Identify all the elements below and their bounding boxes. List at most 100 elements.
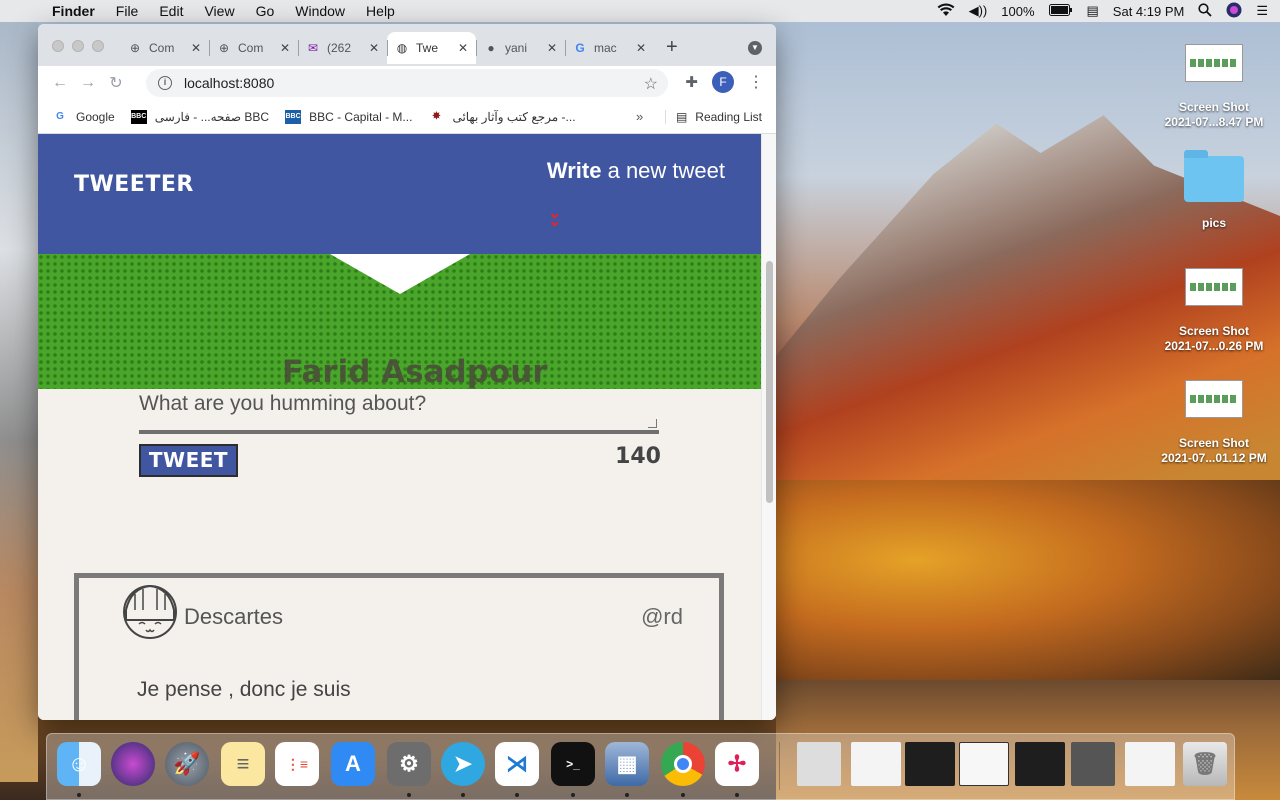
menu-view[interactable]: View [204, 3, 234, 19]
telegram-icon[interactable]: ➤ [441, 742, 485, 786]
reload-icon[interactable]: ↻ [102, 73, 130, 93]
write-tweet-toggle[interactable]: Write a new tweet [547, 158, 725, 184]
tab-3[interactable]: ✉ (262 ✕ [298, 32, 387, 64]
back-arrow-icon[interactable]: ← [46, 74, 74, 92]
extensions-puzzle-icon[interactable]: ✚ [685, 73, 698, 91]
tab-search-icon[interactable]: ▼ [748, 41, 762, 55]
page-scrollbar[interactable] [761, 134, 776, 720]
reading-list-button[interactable]: ▤ Reading List [664, 110, 762, 124]
menu-app-name[interactable]: Finder [52, 3, 95, 19]
tab-6[interactable]: G mac ✕ [565, 32, 654, 64]
window-controls [52, 40, 104, 52]
profile-name: Farid Asadpour [282, 354, 548, 390]
menu-window[interactable]: Window [295, 3, 345, 19]
tab-4-active[interactable]: ◍ Twe ✕ [387, 32, 476, 64]
tab-title: Com [238, 41, 264, 55]
minimized-window-photo[interactable] [797, 742, 841, 786]
url-text[interactable]: localhost:8080 [184, 75, 274, 91]
running-indicator [77, 793, 81, 797]
desktop-icon-screenshot-3[interactable]: Screen Shot 2021-07...01.12 PM [1159, 380, 1269, 466]
running-indicator [407, 793, 411, 797]
preview-icon[interactable]: ▦ [605, 742, 649, 786]
bookmark-google[interactable]: G Google [52, 110, 115, 124]
tab-close-icon[interactable]: ✕ [547, 41, 557, 55]
minimized-window-vscode-1[interactable] [905, 742, 955, 786]
github-icon: ● [487, 41, 495, 55]
minimize-window-button[interactable] [72, 40, 84, 52]
running-indicator [515, 793, 519, 797]
desktop-icon-sublabel: 2021-07...8.47 PM [1164, 115, 1264, 129]
minimized-window-finder[interactable] [1125, 742, 1175, 786]
bookmarks-overflow-icon[interactable]: » [636, 109, 643, 124]
menu-file[interactable]: File [116, 3, 139, 19]
desktop-icon-label: Screen Shot [1178, 436, 1250, 450]
minimized-window-document[interactable] [959, 742, 1009, 786]
address-bar[interactable]: i localhost:8080 ☆ [146, 69, 668, 97]
menu-go[interactable]: Go [256, 3, 275, 19]
reminders-icon[interactable]: ⋮≡ [275, 742, 319, 786]
tab-close-icon[interactable]: ✕ [369, 41, 379, 55]
wifi-icon[interactable] [937, 2, 955, 20]
bbc-capital-icon: BBC [285, 109, 302, 124]
app-store-icon[interactable]: A [331, 742, 375, 786]
battery-percent: 100% [1001, 3, 1035, 19]
site-info-icon[interactable]: i [158, 76, 172, 90]
bookmark-bbc-capital[interactable]: BBC BBC - Capital - M... [285, 109, 412, 124]
mail-icon: ✉ [307, 41, 319, 55]
tab-1[interactable]: ⊕ Com ✕ [120, 32, 209, 64]
running-indicator [461, 793, 465, 797]
tab-list: ⊕ Com ✕ ⊕ Com ✕ ✉ (262 ✕ ◍ Twe ✕ ● yani [120, 32, 654, 66]
notes-icon[interactable]: ≡ [221, 742, 265, 786]
bookmark-bbc-persian[interactable]: BBC صفحه... - فارسی BBC [130, 109, 269, 124]
tab-close-icon[interactable]: ✕ [280, 41, 290, 55]
minimized-window-spreadsheet[interactable] [851, 742, 901, 786]
tab-5[interactable]: ● yani ✕ [476, 32, 565, 64]
tweet-article: Descartes @rd Je pense , donc je suis [74, 573, 724, 720]
profile-avatar[interactable]: F [712, 71, 734, 93]
bookmark-bahai-library[interactable]: ✸ مرجع کتب وآثار بهائی -... [428, 110, 575, 124]
launchpad-icon[interactable]: 🚀 [165, 742, 209, 786]
minimized-window-vscode-2[interactable] [1015, 742, 1065, 786]
zoom-window-button[interactable] [92, 40, 104, 52]
tab-close-icon[interactable]: ✕ [191, 41, 201, 55]
notification-center-icon[interactable]: ☰ [1256, 3, 1268, 19]
trash-icon[interactable]: 🗑 [1183, 742, 1227, 786]
volume-icon[interactable]: ◀)) [969, 3, 988, 19]
reading-list-label: Reading List [695, 110, 762, 124]
forward-arrow-icon[interactable]: → [74, 74, 102, 92]
siri-menubar-icon[interactable] [1226, 2, 1242, 21]
scrollbar-thumb[interactable] [766, 261, 773, 503]
new-tab-button[interactable]: + [666, 36, 678, 59]
desktop-icon-pics-folder[interactable]: pics [1159, 150, 1269, 231]
system-preferences-icon[interactable]: ⚙ [387, 742, 431, 786]
tab-2[interactable]: ⊕ Com ✕ [209, 32, 298, 64]
tab-close-icon[interactable]: ✕ [458, 41, 468, 55]
slack-icon[interactable]: ✢ [715, 742, 759, 786]
menu-edit[interactable]: Edit [159, 3, 183, 19]
vscode-icon[interactable]: ⋊ [495, 742, 539, 786]
google-icon: G [575, 41, 585, 55]
finder-icon[interactable]: ☺ [57, 742, 101, 786]
desktop-icon-screenshot-1[interactable]: Screen Shot 2021-07...8.47 PM [1159, 44, 1269, 130]
desktop-icon-label: Screen Shot [1178, 324, 1250, 338]
minimized-window-photo-2[interactable] [1071, 742, 1115, 786]
close-window-button[interactable] [52, 40, 64, 52]
battery-icon[interactable] [1048, 3, 1073, 19]
tab-close-icon[interactable]: ✕ [636, 41, 646, 55]
chrome-icon[interactable] [661, 742, 705, 786]
tab-title: Com [149, 41, 175, 55]
tweet-submit-button[interactable]: TWEET [139, 444, 238, 477]
desktop-icon-screenshot-2[interactable]: Screen Shot 2021-07...0.26 PM [1159, 268, 1269, 354]
spotlight-search-icon[interactable] [1198, 2, 1212, 20]
siri-icon[interactable] [111, 742, 155, 786]
tweet-textarea[interactable]: What are you humming about? [139, 388, 659, 434]
menubar-clock[interactable]: Sat 4:19 PM [1113, 4, 1185, 19]
site-logo[interactable]: TWEETER [74, 172, 194, 197]
double-chevron-down-icon[interactable]: ⌄ ⌄ [548, 206, 561, 230]
input-source-icon[interactable]: ▤ [1087, 3, 1099, 19]
bookmark-label: مرجع کتب وآثار بهائی -... [452, 109, 576, 124]
chrome-menu-icon[interactable]: ⋮ [748, 72, 764, 92]
bookmark-star-icon[interactable]: ☆ [644, 74, 658, 94]
menu-help[interactable]: Help [366, 3, 395, 19]
terminal-icon[interactable]: >_ [551, 742, 595, 786]
